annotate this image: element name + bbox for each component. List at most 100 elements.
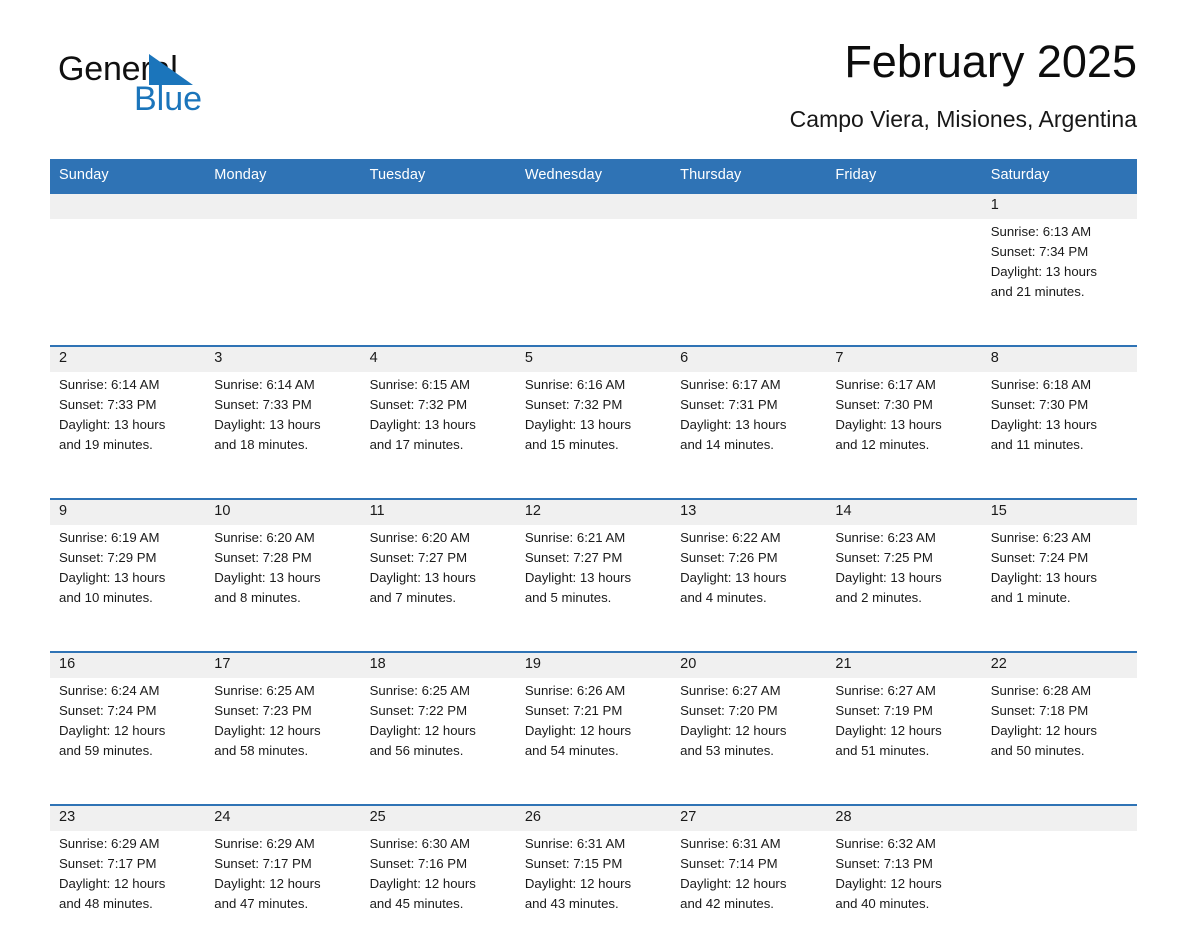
day-number[interactable]: 22 (981, 653, 1137, 678)
daylight-text: Daylight: 13 hours (59, 417, 166, 432)
day-cell[interactable]: Sunrise: 6:30 AM Sunset: 7:16 PM Daylight:… (360, 831, 516, 946)
day-cell[interactable]: Sunrise: 6:28 AM Sunset: 7:18 PM Daylight:… (981, 678, 1137, 793)
day-number[interactable]: 24 (205, 806, 361, 831)
day-cell[interactable]: Sunrise: 6:25 AM Sunset: 7:22 PM Daylight:… (360, 678, 516, 793)
day-cell[interactable]: Sunrise: 6:26 AM Sunset: 7:21 PM Daylight:… (515, 678, 672, 793)
day-number[interactable]: 16 (50, 653, 206, 678)
week-gap (50, 640, 1137, 651)
day-number[interactable]: 5 (515, 347, 672, 372)
daylight-text-cont: and 17 minutes. (369, 437, 464, 452)
daylight-text: Daylight: 12 hours (835, 723, 942, 738)
day-number[interactable]: 11 (360, 500, 516, 525)
day-number-row: 1 (50, 194, 1137, 219)
day-number[interactable]: 25 (360, 806, 516, 831)
day-number[interactable]: 7 (826, 347, 982, 372)
day-number[interactable]: 13 (671, 500, 827, 525)
day-cell[interactable]: Sunrise: 6:23 AM Sunset: 7:25 PM Daylight:… (826, 525, 982, 640)
day-cell[interactable]: Sunrise: 6:31 AM Sunset: 7:14 PM Daylight:… (671, 831, 827, 946)
day-cell[interactable]: Sunrise: 6:21 AM Sunset: 7:27 PM Daylight:… (515, 525, 672, 640)
day-number[interactable]: 20 (671, 653, 827, 678)
daylight-text: Daylight: 13 hours (214, 417, 321, 432)
sunset-text: Sunset: 7:13 PM (835, 856, 933, 871)
daylight-text: Daylight: 13 hours (524, 570, 632, 585)
day-number[interactable]: 18 (360, 653, 516, 678)
sunset-text: Sunset: 7:34 PM (990, 244, 1089, 259)
day-number[interactable]: 17 (205, 653, 361, 678)
day-cell[interactable]: Sunrise: 6:27 AM Sunset: 7:19 PM Daylight:… (826, 678, 982, 793)
day-cell[interactable]: Sunrise: 6:31 AM Sunset: 7:15 PM Daylight:… (515, 831, 672, 946)
sunrise-text: Sunrise: 6:31 AM (524, 836, 626, 851)
daylight-text-cont: and 1 minute. (990, 590, 1071, 605)
day-detail-row: Sunrise: 6:19 AM Sunset: 7:29 PM Daylight:… (50, 525, 1137, 640)
day-number[interactable]: 6 (671, 347, 827, 372)
day-cell[interactable]: Sunrise: 6:29 AM Sunset: 7:17 PM Daylight:… (50, 831, 206, 946)
day-number[interactable]: 26 (515, 806, 672, 831)
daylight-text: Daylight: 13 hours (524, 417, 632, 432)
daylight-text: Daylight: 12 hours (214, 876, 321, 891)
day-number[interactable]: 19 (515, 653, 672, 678)
day-cell[interactable]: Sunrise: 6:25 AM Sunset: 7:23 PM Daylight:… (205, 678, 361, 793)
day-number[interactable]: 10 (205, 500, 361, 525)
sunrise-text: Sunrise: 6:13 AM (990, 224, 1092, 239)
day-cell[interactable]: Sunrise: 6:20 AM Sunset: 7:27 PM Daylight:… (360, 525, 516, 640)
daylight-text: Daylight: 13 hours (59, 570, 166, 585)
day-number[interactable]: 12 (515, 500, 672, 525)
weekday-header-saturday: Saturday (981, 159, 1137, 192)
day-cell[interactable]: Sunrise: 6:24 AM Sunset: 7:24 PM Daylight:… (50, 678, 206, 793)
daylight-text: Daylight: 12 hours (369, 723, 476, 738)
day-number[interactable]: 27 (671, 806, 827, 831)
sunset-text: Sunset: 7:14 PM (680, 856, 778, 871)
daylight-text-cont: and 8 minutes. (214, 590, 301, 605)
day-number[interactable]: 4 (360, 347, 516, 372)
weekday-header-wednesday: Wednesday (515, 159, 672, 192)
week-gap (50, 487, 1137, 498)
day-number[interactable]: 21 (826, 653, 982, 678)
sunrise-text: Sunrise: 6:23 AM (835, 530, 936, 545)
day-cell[interactable]: Sunrise: 6:29 AM Sunset: 7:17 PM Daylight:… (205, 831, 361, 946)
sunrise-text: Sunrise: 6:29 AM (214, 836, 315, 851)
sunrise-text: Sunrise: 6:27 AM (680, 683, 781, 698)
day-number[interactable]: 9 (50, 500, 206, 525)
daylight-text: Daylight: 12 hours (524, 723, 632, 738)
day-number[interactable]: 1 (981, 194, 1137, 219)
daylight-text-cont: and 43 minutes. (524, 896, 619, 911)
day-number[interactable]: 28 (826, 806, 982, 831)
day-cell[interactable]: Sunrise: 6:17 AM Sunset: 7:30 PM Daylight:… (826, 372, 982, 487)
day-number[interactable]: 8 (981, 347, 1137, 372)
daylight-text: Daylight: 13 hours (990, 417, 1097, 432)
daylight-text: Daylight: 13 hours (369, 417, 476, 432)
day-cell[interactable]: Sunrise: 6:27 AM Sunset: 7:20 PM Daylight:… (671, 678, 827, 793)
sunrise-text: Sunrise: 6:14 AM (59, 377, 160, 392)
day-cell[interactable]: Sunrise: 6:15 AM Sunset: 7:32 PM Daylight:… (360, 372, 516, 487)
day-number[interactable]: 3 (205, 347, 361, 372)
page-title: February 2025 (844, 36, 1137, 87)
day-cell[interactable]: Sunrise: 6:22 AM Sunset: 7:26 PM Daylight:… (671, 525, 827, 640)
sunrise-text: Sunrise: 6:32 AM (835, 836, 936, 851)
weekday-header-thursday: Thursday (671, 159, 827, 192)
day-cell[interactable]: Sunrise: 6:13 AM Sunset: 7:34 PM Daylight:… (981, 219, 1137, 334)
day-cell[interactable]: Sunrise: 6:32 AM Sunset: 7:13 PM Daylight:… (826, 831, 982, 946)
day-number-empty (50, 194, 206, 219)
day-cell[interactable]: Sunrise: 6:20 AM Sunset: 7:28 PM Daylight:… (205, 525, 361, 640)
daylight-text-cont: and 7 minutes. (369, 590, 457, 605)
day-number[interactable]: 14 (826, 500, 982, 525)
sunset-text: Sunset: 7:27 PM (524, 550, 623, 565)
day-cell[interactable]: Sunrise: 6:14 AM Sunset: 7:33 PM Daylight:… (50, 372, 206, 487)
general-blue-logo[interactable]: General Blue (58, 50, 258, 126)
day-cell-empty (205, 219, 361, 334)
sunset-text: Sunset: 7:33 PM (214, 397, 312, 412)
week-gap-cell (50, 640, 1137, 651)
day-cell[interactable]: Sunrise: 6:16 AM Sunset: 7:32 PM Daylight:… (515, 372, 672, 487)
day-cell[interactable]: Sunrise: 6:17 AM Sunset: 7:31 PM Daylight:… (671, 372, 827, 487)
day-cell[interactable]: Sunrise: 6:19 AM Sunset: 7:29 PM Daylight:… (50, 525, 206, 640)
day-number[interactable]: 15 (981, 500, 1137, 525)
day-number[interactable]: 2 (50, 347, 206, 372)
weekday-header-tuesday: Tuesday (360, 159, 516, 192)
day-cell[interactable]: Sunrise: 6:18 AM Sunset: 7:30 PM Daylight:… (981, 372, 1137, 487)
day-number-empty (981, 806, 1137, 831)
day-detail-row: Sunrise: 6:14 AM Sunset: 7:33 PM Daylight:… (50, 372, 1137, 487)
day-number[interactable]: 23 (50, 806, 206, 831)
day-cell[interactable]: Sunrise: 6:14 AM Sunset: 7:33 PM Daylight:… (205, 372, 361, 487)
sunset-text: Sunset: 7:16 PM (369, 856, 468, 871)
day-cell[interactable]: Sunrise: 6:23 AM Sunset: 7:24 PM Daylight:… (981, 525, 1137, 640)
